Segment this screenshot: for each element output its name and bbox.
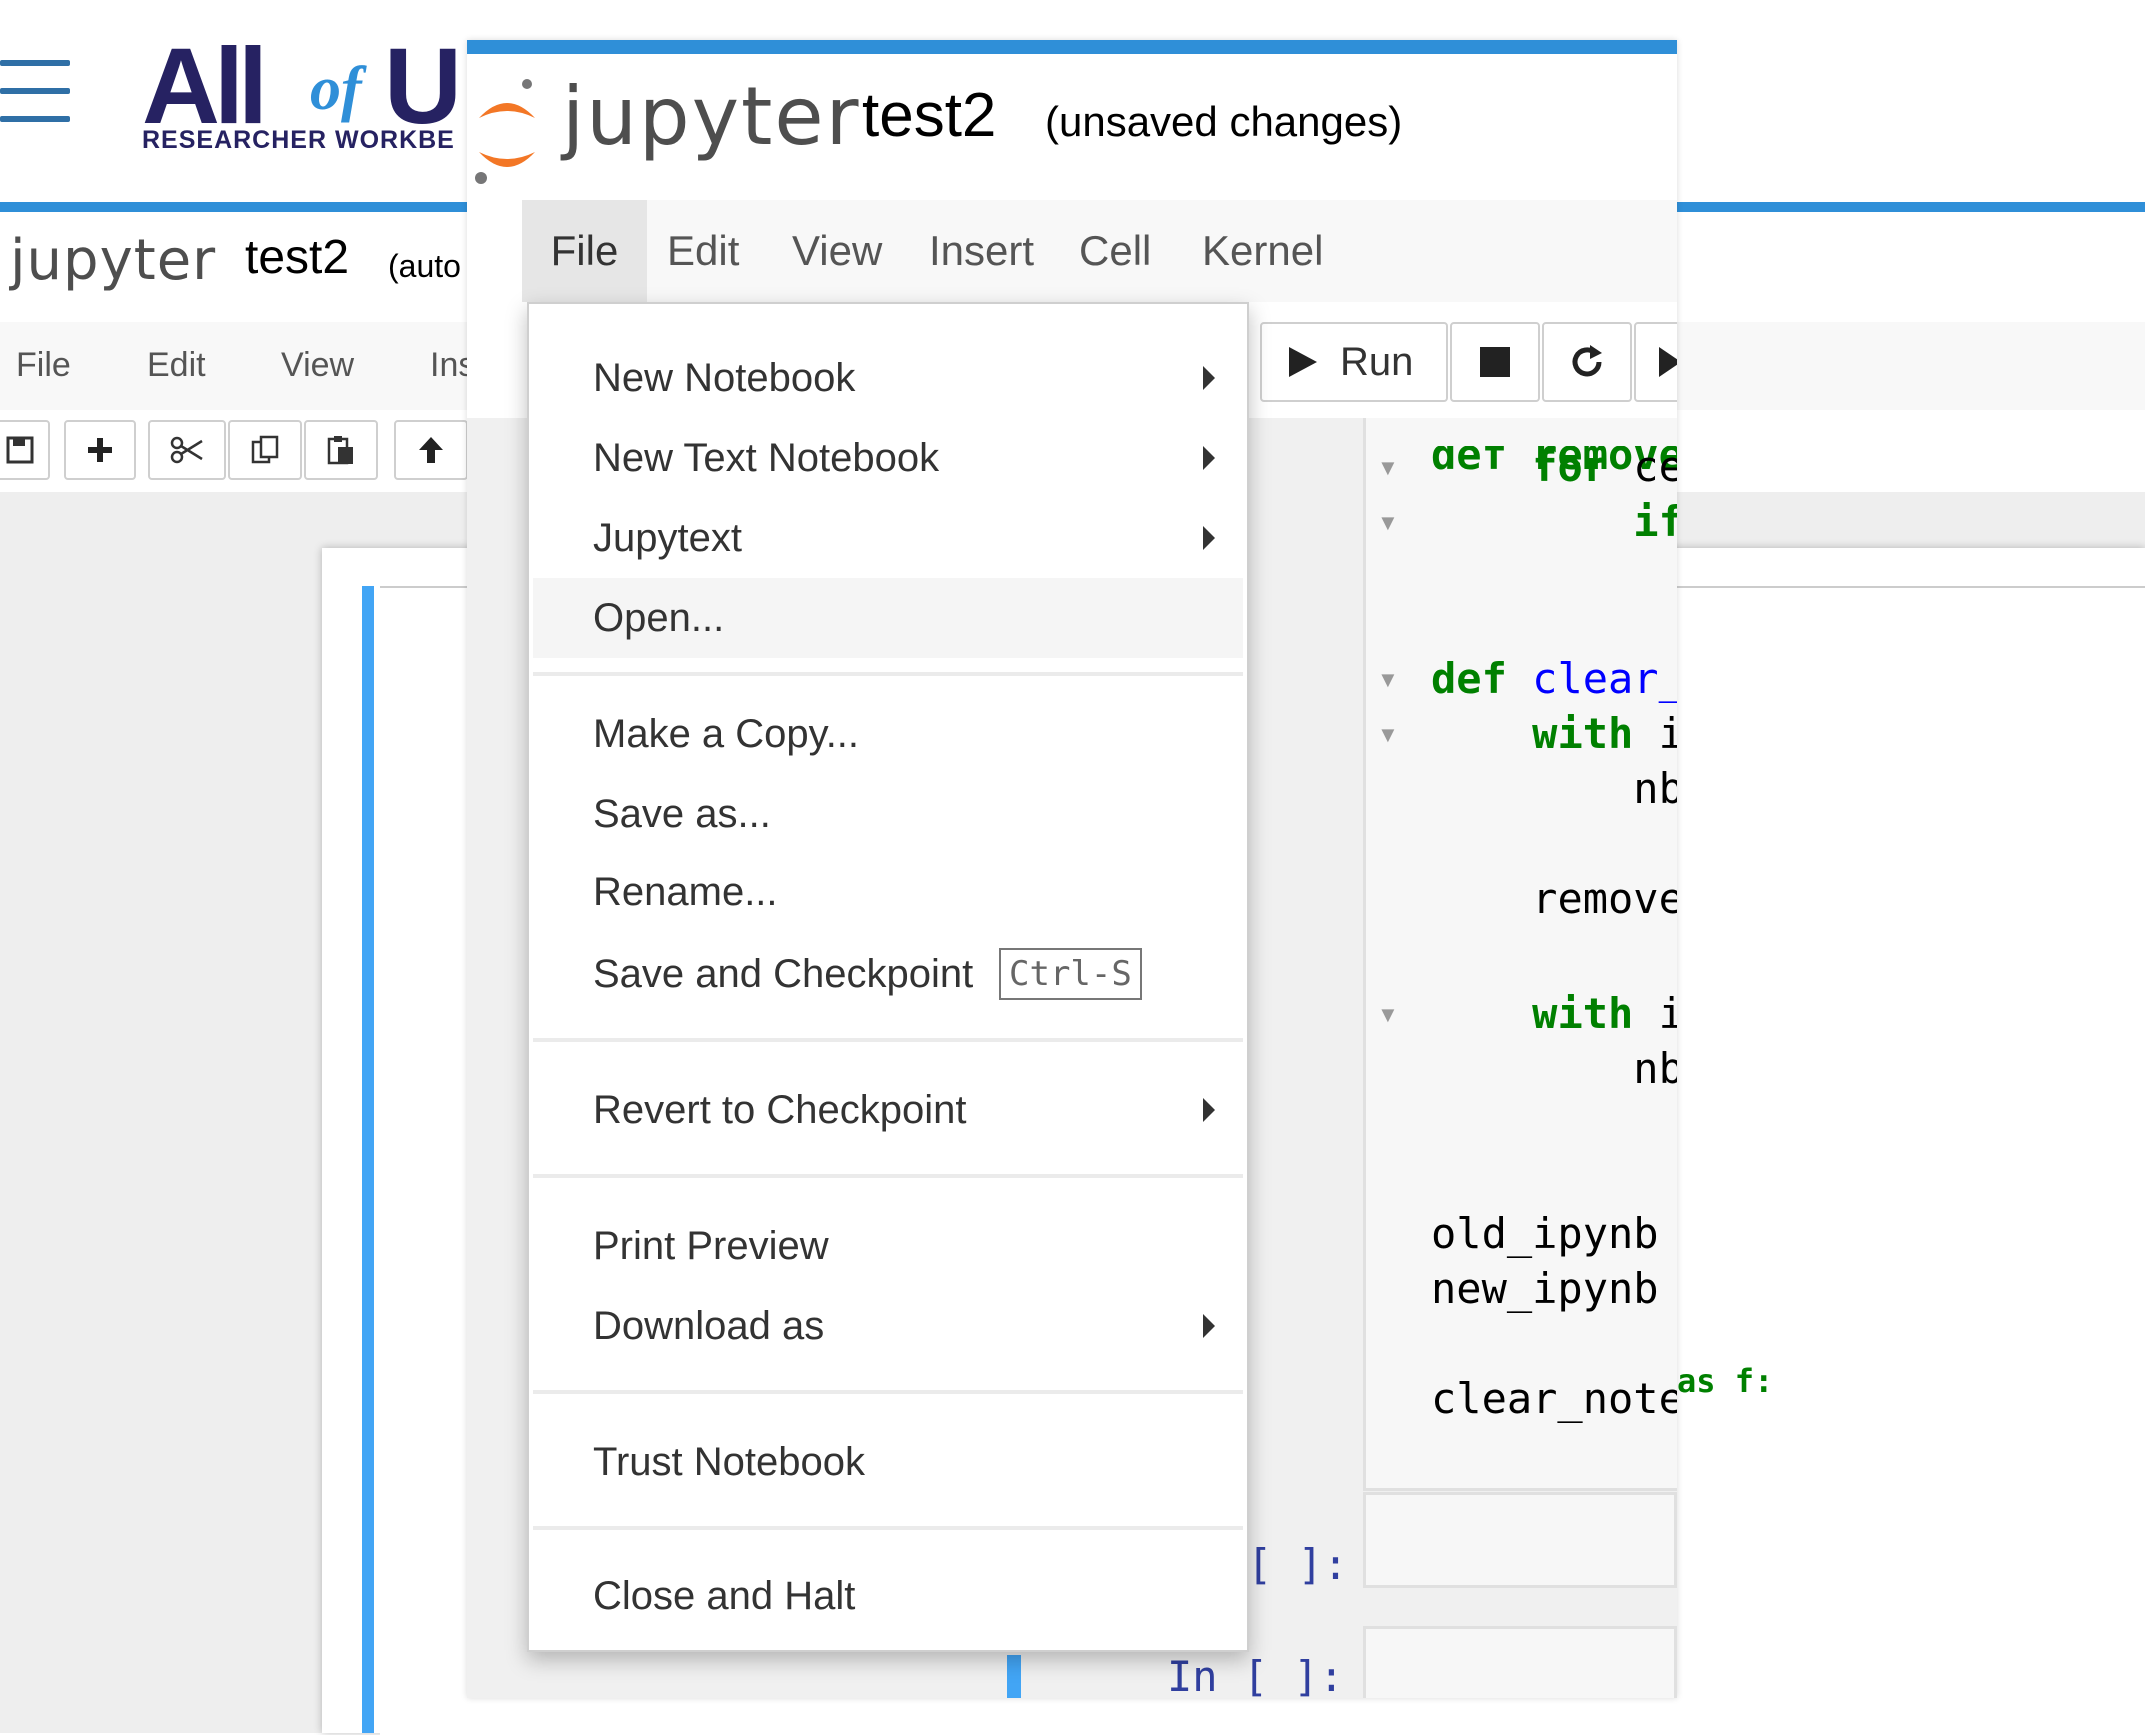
fast-forward-icon	[1659, 347, 1677, 377]
code-line: remove	[1532, 874, 1677, 923]
copy-icon[interactable]	[228, 420, 302, 480]
menu-item-save-checkpoint[interactable]: Save and Checkpoint Ctrl-S	[533, 934, 1243, 1014]
run-button[interactable]: Run	[1260, 322, 1448, 402]
menu-item-make-copy[interactable]: Make a Copy...	[533, 694, 1243, 774]
selected-cell-indicator	[1007, 1655, 1021, 1698]
menu-item-download-as[interactable]: Download as	[533, 1286, 1243, 1366]
menu-file[interactable]: File	[522, 200, 647, 302]
menu-kernel[interactable]: Kernel	[1186, 200, 1339, 302]
caret-right-icon	[1203, 526, 1215, 550]
fold-caret-icon[interactable]: ▼	[1377, 455, 1399, 481]
menu-insert[interactable]: Insert	[913, 200, 1050, 302]
bg-selected-cell-indicator	[362, 586, 374, 1733]
code-line: if	[1633, 497, 1677, 546]
menu-view[interactable]: View	[776, 200, 898, 302]
zoomed-notebook-view: jupyter test2 (unsaved changes) File Edi…	[467, 40, 1677, 1698]
scissors-icon[interactable]	[148, 420, 226, 480]
caret-right-icon	[1203, 1098, 1215, 1122]
code-line: def clear_	[1431, 654, 1677, 703]
fold-caret-icon[interactable]: ▼	[1377, 1002, 1399, 1028]
menu-item-trust-notebook[interactable]: Trust Notebook	[533, 1422, 1243, 1502]
caret-right-icon	[1203, 366, 1215, 390]
menu-item-label: Trust Notebook	[593, 1439, 865, 1484]
stop-icon	[1480, 347, 1510, 377]
bg-notebook-name[interactable]: test2	[245, 230, 349, 285]
menu-item-save-as[interactable]: Save as...	[533, 774, 1243, 854]
code-line: nb	[1633, 1044, 1677, 1093]
menu-divider	[533, 1390, 1243, 1394]
bg-menu-edit[interactable]: Edit	[147, 346, 206, 385]
code-line: with i	[1532, 709, 1677, 758]
empty-code-cell[interactable]	[1363, 1626, 1677, 1698]
caret-right-icon	[1203, 446, 1215, 470]
hamburger-icon[interactable]	[0, 60, 72, 122]
menu-item-label: Rename...	[593, 869, 778, 914]
menu-item-label: Close and Halt	[593, 1573, 856, 1618]
menubar: File Edit View Insert Cell Kernel	[522, 200, 1677, 303]
run-button-label: Run	[1340, 339, 1414, 384]
menu-item-new-text-notebook[interactable]: New Text Notebook	[533, 418, 1243, 498]
restart-icon	[1572, 345, 1602, 377]
code-line: nb	[1633, 764, 1677, 813]
keyboard-shortcut: Ctrl-S	[999, 948, 1142, 1000]
fold-caret-icon[interactable]: ▼	[1377, 722, 1399, 748]
menu-item-label: New Notebook	[593, 355, 856, 400]
menu-item-label: New Text Notebook	[593, 435, 940, 480]
menu-cell[interactable]: Cell	[1063, 200, 1167, 302]
stop-button[interactable]	[1450, 322, 1540, 402]
jupyter-logo-text[interactable]: jupyter	[562, 70, 861, 163]
menu-item-label: Print Preview	[593, 1223, 829, 1268]
code-line: with i	[1532, 989, 1677, 1038]
run-all-button[interactable]	[1634, 322, 1677, 402]
menu-divider	[533, 1038, 1243, 1042]
menu-item-label: Save as...	[593, 791, 771, 836]
save-status: (unsaved changes)	[1045, 98, 1403, 145]
menu-item-label: Make a Copy...	[593, 711, 860, 756]
top-accent-bar	[467, 40, 1677, 54]
file-menu-dropdown: New Notebook New Text Notebook Jupytext …	[527, 302, 1249, 1652]
play-icon	[1289, 347, 1317, 377]
code-line: clear_note	[1431, 1374, 1677, 1423]
fold-caret-icon[interactable]: ▼	[1377, 667, 1399, 693]
arrow-up-icon[interactable]	[394, 420, 468, 480]
bg-code-fragment: as f:	[1677, 1362, 1774, 1400]
menu-item-new-notebook[interactable]: New Notebook	[533, 338, 1243, 418]
menu-item-print-preview[interactable]: Print Preview	[533, 1206, 1243, 1286]
caret-right-icon	[1203, 1314, 1215, 1338]
cell-prompt: [ ]:	[1247, 1540, 1349, 1589]
menu-item-label: Download as	[593, 1303, 825, 1348]
code-line: new_ipynb	[1431, 1264, 1659, 1313]
notebook-name[interactable]: test2	[862, 80, 996, 151]
menu-item-label: Revert to Checkpoint	[593, 1087, 967, 1132]
empty-code-cell[interactable]	[1363, 1492, 1677, 1588]
menu-item-label: Save and Checkpoint	[593, 951, 974, 996]
menu-item-open[interactable]: Open...	[533, 578, 1243, 658]
menu-divider	[533, 672, 1243, 676]
code-line: for ce	[1532, 442, 1677, 491]
all-of-us-logo: All of U RESEARCHER WORKBE	[142, 25, 462, 155]
bg-menu-view[interactable]: View	[281, 346, 354, 385]
plus-icon[interactable]	[64, 420, 136, 480]
menu-item-label: Jupytext	[593, 515, 742, 560]
menu-divider	[533, 1526, 1243, 1530]
jupyter-logo-icon[interactable]	[471, 76, 543, 188]
fold-caret-icon[interactable]: ▼	[1377, 510, 1399, 536]
bg-menu-file[interactable]: File	[16, 346, 71, 385]
code-cell[interactable]	[1363, 418, 1677, 1491]
restart-button[interactable]	[1542, 322, 1632, 402]
menu-edit[interactable]: Edit	[651, 200, 755, 302]
menu-item-revert-checkpoint[interactable]: Revert to Checkpoint	[533, 1070, 1243, 1150]
menu-item-jupytext[interactable]: Jupytext	[533, 498, 1243, 578]
save-icon[interactable]	[0, 420, 50, 480]
cell-prompt: In [ ]:	[1167, 1652, 1345, 1698]
code-line: old_ipynb	[1431, 1209, 1659, 1258]
menu-item-rename[interactable]: Rename...	[533, 852, 1243, 932]
menu-item-close-halt[interactable]: Close and Halt	[533, 1556, 1243, 1636]
menu-item-label: Open...	[593, 595, 725, 640]
paste-icon[interactable]	[304, 420, 378, 480]
menu-divider	[533, 1174, 1243, 1178]
bg-jupyter-logo-text[interactable]: jupyter	[10, 228, 216, 293]
bg-autosave-status: (auto	[388, 248, 461, 284]
